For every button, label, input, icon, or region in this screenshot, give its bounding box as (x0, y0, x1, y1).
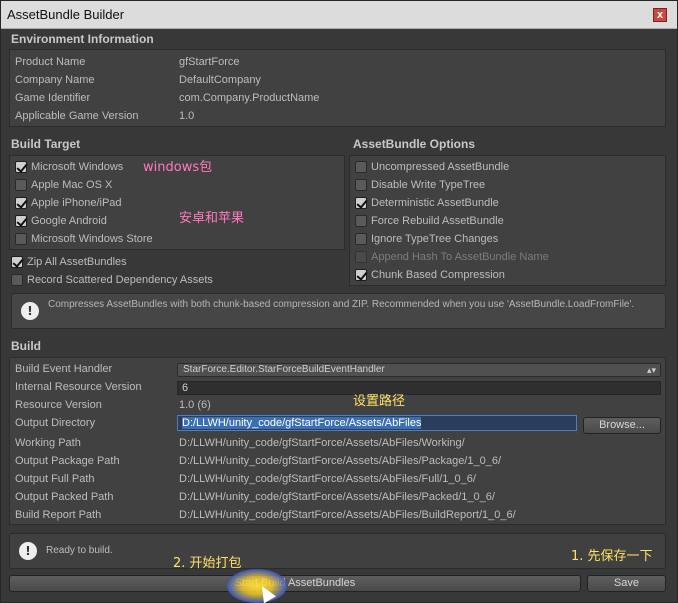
env-label-company: Company Name (15, 74, 95, 86)
build-target-header: Build Target (11, 137, 81, 151)
opt-disable-typetree-label: Disable Write TypeTree (371, 179, 486, 191)
status-text: Ready to build. (46, 545, 113, 556)
opt-uncompressed-checkbox[interactable] (355, 161, 367, 173)
annotation-save-first: 1. 先保存一下 (571, 549, 653, 564)
event-handler-dropdown[interactable]: StarForce.Editor.StarForceBuildEventHand… (177, 363, 661, 377)
zip-all-checkbox[interactable] (11, 256, 23, 268)
package-path-label: Output Package Path (15, 455, 120, 467)
internal-version-field[interactable]: 6 (177, 381, 661, 395)
platform-windows-label: Microsoft Windows (31, 161, 124, 173)
browse-button[interactable]: Browse... (583, 417, 661, 434)
ab-options-header: AssetBundle Options (353, 137, 476, 151)
platform-winstore-label: Microsoft Windows Store (31, 233, 153, 245)
env-label-game-version: Applicable Game Version (15, 110, 139, 122)
event-handler-value: StarForce.Editor.StarForceBuildEventHand… (183, 364, 385, 375)
click-highlight (227, 569, 287, 603)
platform-android-label: Google Android (31, 215, 107, 227)
record-scattered-checkbox[interactable] (11, 274, 23, 286)
status-info-icon: ! (19, 542, 37, 560)
opt-chunk-based-label: Chunk Based Compression (371, 269, 505, 281)
platform-android-checkbox[interactable] (15, 215, 27, 227)
opt-force-rebuild-label: Force Rebuild AssetBundle (371, 215, 504, 227)
compression-info-text: Compresses AssetBundles with both chunk-… (48, 299, 635, 310)
packed-path-label: Output Packed Path (15, 491, 114, 503)
start-build-button[interactable]: Start Build AssetBundles (9, 575, 581, 592)
save-button[interactable]: Save (587, 575, 666, 592)
output-dir-field[interactable]: D:/LLWH/unity_code/gfStartForce/Assets/A… (177, 415, 577, 431)
environment-box: Product Name gfStartForce Company Name D… (9, 49, 666, 127)
packed-path-value: D:/LLWH/unity_code/gfStartForce/Assets/A… (179, 491, 495, 503)
report-path-value: D:/LLWH/unity_code/gfStartForce/Assets/A… (179, 509, 516, 521)
opt-deterministic-checkbox[interactable] (355, 197, 367, 209)
window-content: Environment Information Product Name gfS… (1, 29, 677, 603)
assetbundle-builder-window: AssetBundle Builder x Environment Inform… (0, 0, 678, 603)
full-path-value: D:/LLWH/unity_code/gfStartForce/Assets/A… (179, 473, 476, 485)
env-value-identifier: com.Company.ProductName (179, 92, 320, 104)
opt-append-hash-checkbox (355, 251, 367, 263)
platform-windows-checkbox[interactable] (15, 161, 27, 173)
internal-version-label: Internal Resource Version (15, 381, 142, 393)
opt-chunk-based-checkbox[interactable] (355, 269, 367, 281)
record-scattered-label: Record Scattered Dependency Assets (27, 274, 213, 286)
env-value-company: DefaultCompany (179, 74, 261, 86)
annotation-start-pack: 2. 开始打包 (173, 556, 242, 571)
package-path-value: D:/LLWH/unity_code/gfStartForce/Assets/A… (179, 455, 502, 467)
opt-force-rebuild-checkbox[interactable] (355, 215, 367, 227)
platform-winstore-checkbox[interactable] (15, 233, 27, 245)
build-header: Build (11, 339, 41, 353)
full-path-label: Output Full Path (15, 473, 95, 485)
ab-options-box: Uncompressed AssetBundle Disable Write T… (349, 155, 666, 286)
platform-ios-label: Apple iPhone/iPad (31, 197, 122, 209)
env-label-identifier: Game Identifier (15, 92, 91, 104)
annotation-android-apple: 安卓和苹果 (179, 211, 245, 226)
opt-uncompressed-label: Uncompressed AssetBundle (371, 161, 510, 173)
env-label-product: Product Name (15, 56, 86, 68)
env-value-game-version: 1.0 (179, 110, 195, 122)
close-icon[interactable]: x (653, 8, 667, 22)
opt-ignore-typetree-checkbox[interactable] (355, 233, 367, 245)
platform-mac-label: Apple Mac OS X (31, 179, 113, 191)
working-path-label: Working Path (15, 437, 81, 449)
dropdown-arrow-icon: ▴▾ (646, 365, 656, 375)
output-dir-value: D:/LLWH/unity_code/gfStartForce/Assets/A… (182, 417, 422, 429)
zip-all-label: Zip All AssetBundles (27, 256, 127, 268)
opt-append-hash-label: Append Hash To AssetBundle Name (371, 251, 549, 263)
env-value-product: gfStartForce (179, 56, 240, 68)
annotation-windows: windows包 (143, 160, 213, 175)
environment-header: Environment Information (11, 32, 154, 46)
opt-disable-typetree-checkbox[interactable] (355, 179, 367, 191)
info-icon: ! (21, 302, 39, 320)
opt-ignore-typetree-label: Ignore TypeTree Changes (371, 233, 499, 245)
resource-version-value: 1.0 (6) (179, 399, 211, 411)
window-title: AssetBundle Builder (7, 7, 125, 22)
working-path-value: D:/LLWH/unity_code/gfStartForce/Assets/A… (179, 437, 465, 449)
platform-ios-checkbox[interactable] (15, 197, 27, 209)
opt-deterministic-label: Deterministic AssetBundle (371, 197, 499, 209)
status-box: ! Ready to build. (9, 533, 666, 569)
annotation-set-path: 设置路径 (353, 394, 406, 409)
report-path-label: Build Report Path (15, 509, 102, 521)
resource-version-label: Resource Version (15, 399, 102, 411)
title-bar: AssetBundle Builder x (1, 1, 677, 29)
output-dir-label: Output Directory (15, 417, 96, 429)
platform-mac-checkbox[interactable] (15, 179, 27, 191)
event-handler-label: Build Event Handler (15, 363, 113, 375)
compression-info-box: ! Compresses AssetBundles with both chun… (11, 293, 666, 329)
